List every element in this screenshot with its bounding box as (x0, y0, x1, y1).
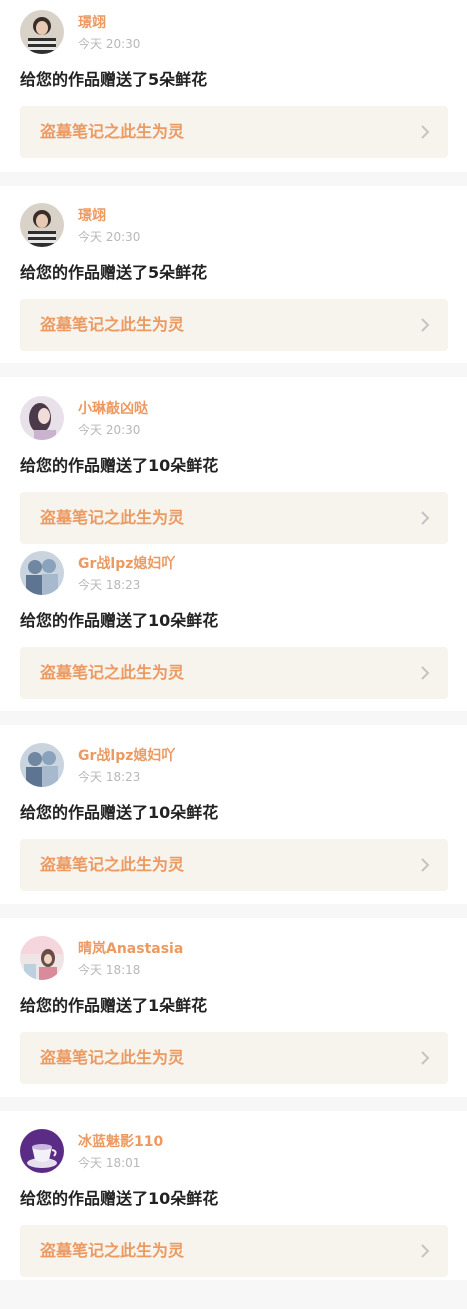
notification-item: Gr战lpz媳妇吖 今天 18:23 给您的作品赠送了10朵鲜花 盗墓笔记之此生… (0, 743, 467, 923)
work-link[interactable]: 盗墓笔记之此生为灵 (20, 299, 448, 351)
timestamp: 今天 18:01 (78, 1156, 141, 1170)
work-title: 盗墓笔记之此生为灵 (40, 855, 185, 874)
gift-message: 给您的作品赠送了5朵鲜花 (20, 263, 208, 282)
chevron-right-icon (421, 1244, 430, 1258)
user-name[interactable]: 冰蓝魅影110 (78, 1133, 163, 1151)
gift-message: 给您的作品赠送了10朵鲜花 (20, 1189, 219, 1208)
notification-feed: 璟翊 今天 20:30 给您的作品赠送了5朵鲜花 盗墓笔记之此生为灵 璟翊 今天… (0, 0, 467, 1280)
user-name[interactable]: 璟翊 (78, 207, 106, 225)
work-title: 盗墓笔记之此生为灵 (40, 122, 185, 141)
user-name[interactable]: 璟翊 (78, 14, 106, 32)
notification-item: 璟翊 今天 20:30 给您的作品赠送了5朵鲜花 盗墓笔记之此生为灵 (0, 203, 467, 383)
chevron-right-icon (421, 858, 430, 872)
user-avatar[interactable] (20, 936, 64, 980)
work-link[interactable]: 盗墓笔记之此生为灵 (20, 1225, 448, 1277)
work-link[interactable]: 盗墓笔记之此生为灵 (20, 1032, 448, 1084)
gift-message: 给您的作品赠送了10朵鲜花 (20, 456, 219, 475)
timestamp: 今天 20:30 (78, 37, 141, 51)
user-avatar[interactable] (20, 10, 64, 54)
timestamp: 今天 18:23 (78, 770, 141, 784)
notification-card: 小琳敲凶哒 今天 20:30 给您的作品赠送了10朵鲜花 盗墓笔记之此生为灵 G… (0, 377, 467, 711)
timestamp: 今天 18:23 (78, 578, 141, 592)
user-name[interactable]: 晴岚Anastasia (78, 940, 183, 958)
notification-item: 冰蓝魅影110 今天 18:01 给您的作品赠送了10朵鲜花 盗墓笔记之此生为灵 (0, 1129, 467, 1309)
gift-message: 给您的作品赠送了5朵鲜花 (20, 70, 208, 89)
chevron-right-icon (421, 511, 430, 525)
work-link[interactable]: 盗墓笔记之此生为灵 (20, 106, 448, 158)
timestamp: 今天 20:30 (78, 230, 141, 244)
user-name[interactable]: Gr战lpz媳妇吖 (78, 555, 175, 573)
notification-card: Gr战lpz媳妇吖 今天 18:23 给您的作品赠送了10朵鲜花 盗墓笔记之此生… (0, 725, 467, 904)
notification-card: 璟翊 今天 20:30 给您的作品赠送了5朵鲜花 盗墓笔记之此生为灵 (0, 186, 467, 363)
work-title: 盗墓笔记之此生为灵 (40, 508, 185, 527)
user-name[interactable]: 小琳敲凶哒 (78, 400, 148, 418)
work-link[interactable]: 盗墓笔记之此生为灵 (20, 839, 448, 891)
chevron-right-icon (421, 125, 430, 139)
chevron-right-icon (421, 1051, 430, 1065)
user-name[interactable]: Gr战lpz媳妇吖 (78, 747, 175, 765)
notification-card: 冰蓝魅影110 今天 18:01 给您的作品赠送了10朵鲜花 盗墓笔记之此生为灵 (0, 1111, 467, 1280)
work-link[interactable]: 盗墓笔记之此生为灵 (20, 492, 448, 544)
work-title: 盗墓笔记之此生为灵 (40, 663, 185, 682)
notification-item: 璟翊 今天 20:30 给您的作品赠送了5朵鲜花 盗墓笔记之此生为灵 (0, 10, 467, 190)
work-link[interactable]: 盗墓笔记之此生为灵 (20, 647, 448, 699)
chevron-right-icon (421, 666, 430, 680)
work-title: 盗墓笔记之此生为灵 (40, 315, 185, 334)
notification-card: 晴岚Anastasia 今天 18:18 给您的作品赠送了1朵鲜花 盗墓笔记之此… (0, 918, 467, 1097)
work-title: 盗墓笔记之此生为灵 (40, 1241, 185, 1260)
chevron-right-icon (421, 318, 430, 332)
gift-message: 给您的作品赠送了10朵鲜花 (20, 803, 219, 822)
gift-message: 给您的作品赠送了1朵鲜花 (20, 996, 208, 1015)
gift-message: 给您的作品赠送了10朵鲜花 (20, 611, 219, 630)
notification-item: 小琳敲凶哒 今天 20:30 给您的作品赠送了10朵鲜花 盗墓笔记之此生为灵 (0, 396, 467, 576)
work-title: 盗墓笔记之此生为灵 (40, 1048, 185, 1067)
user-avatar[interactable] (20, 743, 64, 787)
user-avatar[interactable] (20, 396, 64, 440)
notification-card: 璟翊 今天 20:30 给您的作品赠送了5朵鲜花 盗墓笔记之此生为灵 (0, 0, 467, 172)
user-avatar[interactable] (20, 203, 64, 247)
notification-item: 晴岚Anastasia 今天 18:18 给您的作品赠送了1朵鲜花 盗墓笔记之此… (0, 936, 467, 1116)
timestamp: 今天 18:18 (78, 963, 141, 977)
user-avatar[interactable] (20, 551, 64, 595)
user-avatar[interactable] (20, 1129, 64, 1173)
timestamp: 今天 20:30 (78, 423, 141, 437)
notification-item: Gr战lpz媳妇吖 今天 18:23 给您的作品赠送了10朵鲜花 盗墓笔记之此生… (0, 551, 467, 731)
